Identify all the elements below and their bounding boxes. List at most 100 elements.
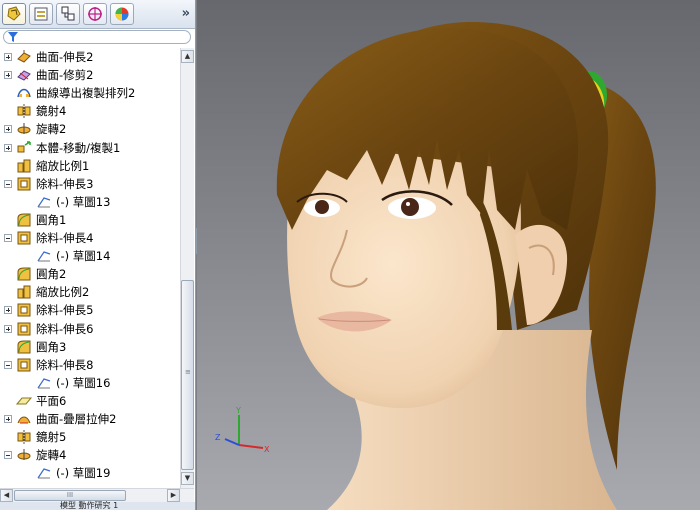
- tree-item-label: 除料-伸長5: [36, 303, 94, 318]
- sketch-icon: [36, 465, 52, 481]
- sketch-icon: [36, 194, 52, 210]
- property-manager-tab[interactable]: [29, 3, 53, 25]
- tree-item[interactable]: 曲面-疊層拉伸2: [0, 410, 180, 428]
- expand-icon[interactable]: [4, 306, 12, 315]
- tree-item-label: 鏡射5: [36, 430, 67, 445]
- tree-item[interactable]: 曲面-修剪2: [0, 66, 180, 84]
- expand-icon[interactable]: [4, 324, 12, 333]
- tree-item-label: 縮放比例2: [36, 285, 90, 300]
- fillet-icon: [16, 339, 32, 355]
- svg-text:X: X: [264, 445, 270, 454]
- cut-extrude-icon: [16, 357, 32, 373]
- tree-item-label: 除料-伸長4: [36, 231, 94, 245]
- tree-item[interactable]: 除料-伸長5: [0, 301, 180, 319]
- manager-tabs: »: [0, 0, 195, 29]
- tree-item-label: 曲面-伸長2: [36, 50, 94, 64]
- scroll-down-button[interactable]: ▼: [181, 472, 194, 485]
- fillet-icon: [16, 266, 32, 282]
- tree-item-label: 旋轉2: [36, 122, 67, 137]
- surface-loft-icon: [16, 411, 32, 427]
- tree-item[interactable]: 本體-移動/複製1: [0, 139, 180, 157]
- feature-manager-icon: [7, 6, 21, 21]
- scroll-up-button[interactable]: ▲: [181, 50, 194, 63]
- collapse-icon[interactable]: [4, 451, 12, 460]
- cut-extrude-icon: [16, 321, 32, 337]
- revolve-icon: [16, 447, 32, 463]
- expand-icon[interactable]: [4, 415, 12, 423]
- svg-text:Y: Y: [235, 406, 241, 415]
- tree-item[interactable]: 平面6: [0, 392, 180, 410]
- revolve-icon: [16, 121, 32, 137]
- surface-extrude-icon: [16, 49, 32, 65]
- tree-item-label: 旋轉4: [36, 448, 67, 463]
- tree-item[interactable]: 圓角1: [0, 211, 180, 229]
- graphics-viewport[interactable]: Y X Z: [197, 0, 700, 510]
- feature-manager-tab[interactable]: [2, 3, 26, 25]
- horizontal-scroll-thumb[interactable]: III: [14, 490, 126, 501]
- expand-icon[interactable]: [4, 71, 12, 80]
- vertical-scrollbar[interactable]: ▲ ≡ ▼: [180, 48, 194, 488]
- tree-item[interactable]: (-) 草圖14: [0, 247, 180, 265]
- tree-item-label: 縮放比例1: [36, 158, 90, 173]
- tree-item[interactable]: 圓角2: [0, 265, 180, 283]
- tree-item-label: 本體-移動/複製1: [36, 140, 121, 155]
- tree-item-label: 除料-伸長3: [36, 176, 94, 191]
- bottom-tabs-label[interactable]: 模型 動作研究 1: [60, 502, 118, 510]
- expand-icon[interactable]: [4, 125, 12, 134]
- collapse-icon[interactable]: [4, 234, 12, 242]
- tree-item[interactable]: 曲面-伸長2: [0, 48, 180, 66]
- tree-item[interactable]: (-) 草圖13: [0, 193, 180, 211]
- scroll-right-button[interactable]: ▶: [167, 489, 180, 502]
- horizontal-scrollbar[interactable]: ◀ III ▶: [0, 488, 194, 502]
- reference-triad-icon: Y X Z: [215, 406, 270, 454]
- display-manager-tab[interactable]: [110, 3, 134, 25]
- feature-filter-input[interactable]: [3, 30, 191, 44]
- tree-item[interactable]: 除料-伸長8: [0, 356, 180, 374]
- mirror-icon: [16, 103, 32, 119]
- dimxpert-tab[interactable]: [83, 3, 107, 25]
- tree-item-label: (-) 草圖16: [56, 375, 111, 390]
- fillet-icon: [16, 212, 32, 228]
- 3d-head-model[interactable]: Y X Z: [197, 0, 700, 510]
- scroll-grip: ≡: [185, 368, 191, 376]
- tree-item[interactable]: (-) 草圖16: [0, 374, 180, 392]
- tree-item-label: 除料-伸長8: [36, 357, 94, 372]
- cut-extrude-icon: [16, 176, 32, 192]
- move-copy-icon: [16, 140, 32, 156]
- vertical-scroll-thumb[interactable]: ≡: [181, 280, 194, 470]
- tree-item[interactable]: (-) 草圖19: [0, 464, 180, 482]
- tree-item[interactable]: 圓角3: [0, 338, 180, 356]
- expand-icon[interactable]: [4, 53, 12, 61]
- tree-item-label: 圓角2: [36, 267, 67, 282]
- plane-icon: [15, 393, 33, 409]
- scroll-left-button[interactable]: ◀: [0, 489, 13, 502]
- configuration-manager-tab[interactable]: [56, 3, 80, 25]
- tree-item-label: 平面6: [36, 393, 67, 408]
- curve-pattern-icon: [16, 85, 32, 101]
- feature-manager-panel: » 曲面-伸長2 曲面-修剪2 曲線導出複製排列2 鏡射4 旋轉2 本體-移動/複製1 縮放…: [0, 0, 196, 510]
- tree-item-label: (-) 草圖13: [56, 194, 111, 209]
- collapse-icon[interactable]: [4, 360, 12, 369]
- tree-item[interactable]: 鏡射5: [0, 428, 180, 446]
- sketch-icon: [36, 375, 52, 391]
- collapse-icon[interactable]: [4, 179, 12, 188]
- expand-icon[interactable]: [4, 143, 12, 152]
- surface-trim-icon: [16, 67, 32, 83]
- tree-item[interactable]: 鏡射4: [0, 102, 180, 120]
- scale-icon: [16, 158, 32, 174]
- tree-item[interactable]: 除料-伸長3: [0, 175, 180, 193]
- tree-item[interactable]: 縮放比例2: [0, 283, 180, 301]
- tree-item[interactable]: 除料-伸長6: [0, 320, 180, 338]
- scale-icon: [16, 284, 32, 300]
- tree-item[interactable]: 曲線導出複製排列2: [0, 84, 180, 102]
- cut-extrude-icon: [16, 302, 32, 318]
- svg-text:Z: Z: [215, 433, 221, 442]
- tree-item-label: 除料-伸長6: [36, 321, 94, 336]
- tree-item[interactable]: 縮放比例1: [0, 157, 180, 175]
- more-tabs-button[interactable]: »: [182, 6, 190, 21]
- tree-item-label: (-) 草圖14: [56, 249, 111, 264]
- tree-item-label: 圓角1: [36, 212, 67, 227]
- tree-item[interactable]: 旋轉4: [0, 446, 180, 464]
- tree-item[interactable]: 旋轉2: [0, 120, 180, 138]
- tree-item[interactable]: 除料-伸長4: [0, 229, 180, 247]
